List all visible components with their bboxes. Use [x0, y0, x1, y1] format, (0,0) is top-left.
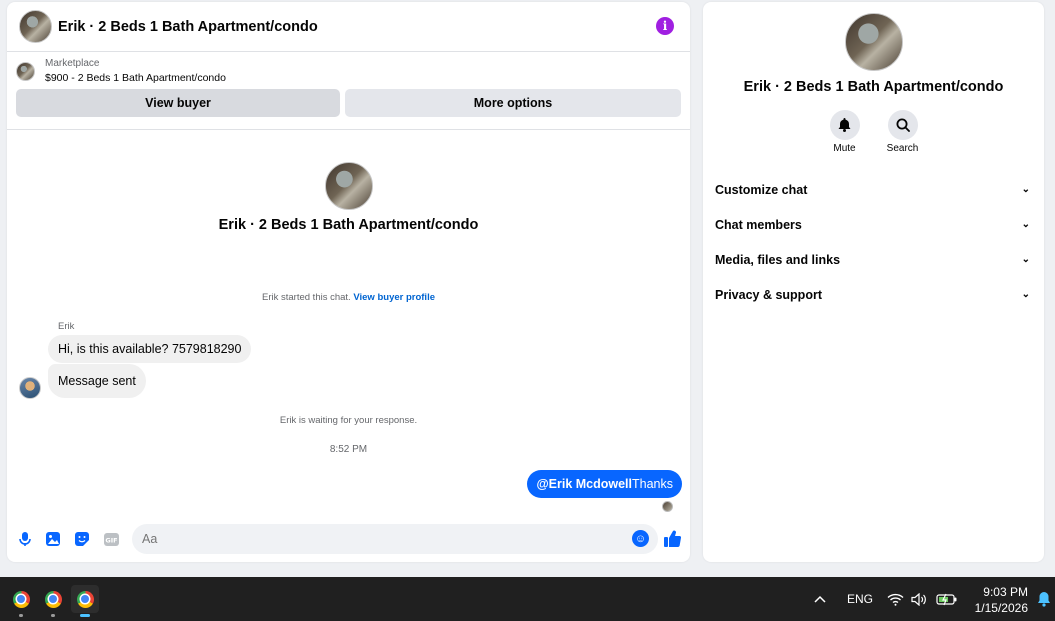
started-text: Erik started this chat. [262, 292, 351, 303]
listing-thumbnail[interactable] [16, 62, 35, 81]
wifi-icon[interactable] [887, 577, 904, 621]
chat-started-notice: Erik started this chat. View buyer profi… [7, 292, 690, 303]
mute-label: Mute [833, 143, 856, 154]
thumbs-up-icon[interactable] [663, 529, 681, 547]
section-chat-members[interactable]: Chat members ⌄ [703, 207, 1044, 242]
sticker-icon[interactable] [74, 531, 90, 547]
gif-icon[interactable]: GIF [103, 531, 119, 547]
message-bubble-outgoing[interactable]: @Erik Mcdowell Thanks [527, 470, 682, 498]
profile-name: Erik · 2 Beds 1 Bath Apartment/condo [743, 79, 1004, 95]
chevron-down-icon: ⌄ [1021, 219, 1030, 230]
taskbar-chrome-2[interactable] [39, 585, 67, 617]
svg-text:GIF: GIF [105, 536, 117, 544]
notification-bell-icon[interactable] [1037, 577, 1051, 621]
view-buyer-button[interactable]: View buyer [16, 89, 340, 117]
chevron-up-icon [814, 595, 826, 603]
chevron-down-icon: ⌄ [1021, 289, 1030, 300]
search-button[interactable]: Search [887, 110, 918, 154]
profile-actions: Mute Search [703, 110, 1044, 154]
view-buyer-profile-link[interactable]: View buyer profile [353, 292, 435, 303]
more-options-button[interactable]: More options [345, 89, 681, 117]
taskbar-chrome-3[interactable] [71, 585, 99, 617]
message-bubble-incoming[interactable]: Message sent [48, 364, 146, 398]
chat-header: Erik · 2 Beds 1 Bath Apartment/condo i [7, 2, 690, 52]
taskbar: ENG 9:03 PM 1/15/2026 [0, 577, 1055, 621]
marketplace-banner: Marketplace $900 - 2 Beds 1 Bath Apartme… [7, 52, 690, 130]
search-icon[interactable] [887, 110, 918, 140]
photo-icon[interactable] [45, 531, 61, 547]
section-label: Privacy & support [715, 287, 822, 302]
section-privacy-support[interactable]: Privacy & support ⌄ [703, 277, 1044, 312]
section-label: Media, files and links [715, 252, 841, 267]
mention[interactable]: @Erik Mcdowell [536, 477, 632, 491]
conversation-avatar[interactable] [324, 162, 373, 210]
bell-icon[interactable] [829, 110, 860, 140]
chat-info-panel: Erik · 2 Beds 1 Bath Apartment/condo Mut… [703, 2, 1044, 562]
read-receipt-avatar [662, 501, 673, 512]
section-label: Chat members [715, 217, 802, 232]
conversation-name: Erik · 2 Beds 1 Bath Apartment/condo [218, 217, 479, 233]
clock[interactable]: 9:03 PM 1/15/2026 [975, 584, 1028, 616]
language-indicator[interactable]: ENG [847, 577, 873, 621]
clock-date: 1/15/2026 [974, 601, 1028, 615]
microphone-icon[interactable] [17, 531, 33, 547]
listing-title[interactable]: $900 - 2 Beds 1 Bath Apartment/condo [45, 72, 226, 84]
composer: GIF ☺ [7, 524, 690, 554]
taskbar-chrome-1[interactable] [7, 585, 35, 617]
show-hidden-icons[interactable] [813, 577, 827, 621]
chrome-icon [76, 590, 94, 608]
message-bubble-incoming[interactable]: Hi, is this available? 7579818290 [48, 335, 252, 363]
chevron-down-icon: ⌄ [1021, 254, 1030, 265]
emoji-icon[interactable]: ☺ [632, 530, 649, 547]
sender-name: Erik [58, 321, 75, 332]
waiting-notice: Erik is waiting for your response. [279, 415, 418, 426]
chevron-down-icon: ⌄ [1021, 184, 1030, 195]
chat-panel: Erik · 2 Beds 1 Bath Apartment/condo i M… [7, 2, 690, 562]
chat-title[interactable]: Erik · 2 Beds 1 Bath Apartment/condo [58, 19, 318, 35]
conversation-header: Erik · 2 Beds 1 Bath Apartment/condo [7, 162, 690, 233]
search-label: Search [886, 143, 919, 154]
chat-avatar[interactable] [19, 10, 52, 43]
info-sections: Customize chat ⌄ Chat members ⌄ Media, fil… [703, 172, 1044, 312]
volume-icon[interactable] [911, 577, 928, 621]
message-input[interactable] [132, 524, 658, 554]
battery-icon[interactable] [936, 577, 958, 621]
mute-button[interactable]: Mute [829, 110, 860, 154]
info-icon[interactable]: i [656, 17, 674, 35]
section-label: Customize chat [715, 182, 808, 197]
section-customize-chat[interactable]: Customize chat ⌄ [703, 172, 1044, 207]
outgoing-text: Thanks [632, 477, 673, 491]
clock-time: 9:03 PM [983, 585, 1028, 599]
sender-avatar[interactable] [19, 377, 41, 399]
message-timestamp: 8:52 PM [329, 444, 368, 455]
marketplace-label: Marketplace [45, 58, 100, 69]
section-media-files-links[interactable]: Media, files and links ⌄ [703, 242, 1044, 277]
profile-avatar[interactable] [844, 13, 903, 71]
chrome-icon [12, 590, 30, 608]
chrome-icon [44, 590, 62, 608]
